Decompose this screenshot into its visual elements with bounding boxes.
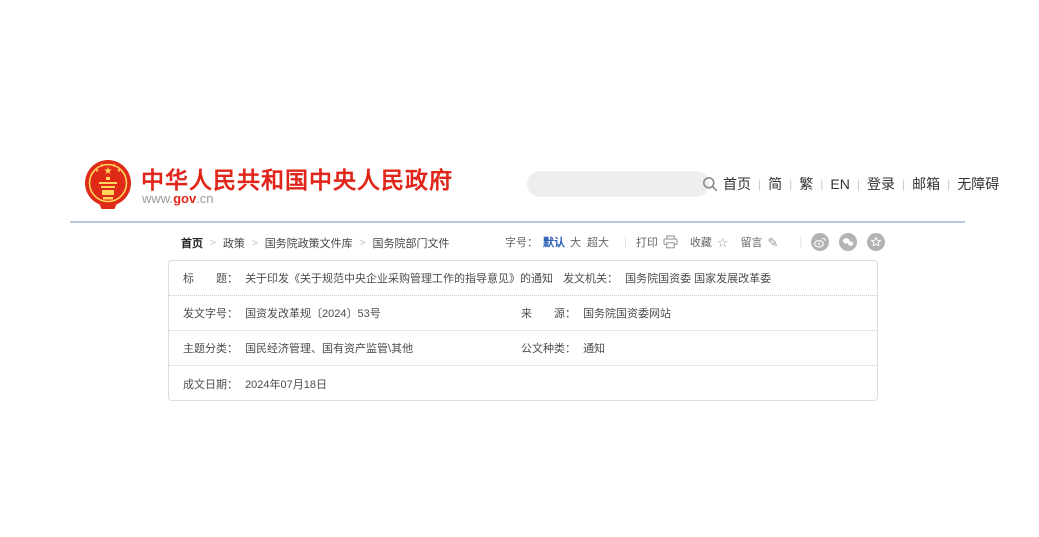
print-button[interactable]: 打印 (636, 234, 678, 250)
meta-row-doc-number: 发文字号： 国资发改革规〔2024〕53号 来 源： 国务院国资委网站 (169, 296, 877, 331)
nav-link-home[interactable]: 首页 (716, 174, 758, 194)
meta-cell-title: 标 题： 关于印发《关于规范中央企业采购管理工作的指导意见》的通知 (183, 270, 553, 286)
meta-cell-date: 成文日期： 2024年07月18日 (183, 376, 521, 392)
meta-cell-topic: 主题分类： 国民经济管理、国有资产监管\其他 (183, 340, 521, 356)
site-url-gov: gov (173, 191, 196, 206)
star-icon: ☆ (717, 236, 729, 249)
nav-link-login[interactable]: 登录 (860, 174, 902, 194)
topic-value: 国民经济管理、国有资产监管\其他 (245, 343, 413, 355)
font-size-xlarge-button[interactable]: 超大 (587, 234, 609, 250)
search-input[interactable] (527, 171, 702, 197)
breadcrumb-separator: > (252, 238, 258, 249)
breadcrumb-policy-library[interactable]: 国务院政策文件库 (265, 235, 353, 251)
weibo-share-icon[interactable] (811, 233, 829, 251)
svg-text:★: ★ (100, 163, 105, 169)
issuing-org-label: 发文机关： (563, 273, 618, 285)
doc-number-value: 国资发改革规〔2024〕53号 (245, 308, 381, 320)
qzone-star-share-icon[interactable] (867, 233, 885, 251)
meta-cell-doc-type: 公文种类： 通知 (521, 340, 605, 356)
source-value: 国务院国资委网站 (583, 308, 671, 320)
favorite-button[interactable]: 收藏 ☆ (690, 234, 729, 250)
comment-button[interactable]: 留言 ✎ (741, 234, 779, 250)
toolbar-separator: | (799, 236, 802, 248)
topic-label: 主题分类： (183, 343, 238, 355)
source-label: 来 源： (521, 308, 576, 320)
font-size-label: 字号： (505, 234, 538, 250)
date-label: 成文日期： (183, 379, 238, 391)
print-label: 打印 (636, 234, 658, 250)
national-emblem-logo[interactable]: ★ ★ ★ ★ ★ (80, 157, 136, 213)
font-size-large-button[interactable]: 大 (570, 234, 581, 250)
header-divider (70, 221, 965, 223)
nav-link-english[interactable]: EN (823, 176, 856, 192)
site-url-www: www. (142, 191, 173, 206)
date-value: 2024年07月18日 (245, 379, 327, 391)
meta-cell-doc-number: 发文字号： 国资发改革规〔2024〕53号 (183, 305, 521, 321)
site-url-cn: .cn (196, 191, 213, 206)
meta-cell-source: 来 源： 国务院国资委网站 (521, 305, 671, 321)
doc-number-label: 发文字号： (183, 308, 238, 320)
share-icons (811, 233, 885, 251)
favorite-label: 收藏 (690, 234, 712, 250)
title-label: 标 题： (183, 273, 238, 285)
breadcrumb-home[interactable]: 首页 (181, 235, 203, 251)
document-meta-box: 标 题： 关于印发《关于规范中央企业采购管理工作的指导意见》的通知 发文机关： … (168, 260, 878, 401)
font-size-default-button[interactable]: 默认 (543, 234, 565, 250)
breadcrumb-separator: > (360, 238, 366, 249)
nav-link-accessibility[interactable]: 无障碍 (950, 174, 1006, 194)
wechat-share-icon[interactable] (839, 233, 857, 251)
meta-row-topic: 主题分类： 国民经济管理、国有资产监管\其他 公文种类： 通知 (169, 331, 877, 366)
nav-link-traditional[interactable]: 繁 (792, 174, 820, 194)
site-url: www.gov.cn (142, 191, 214, 206)
breadcrumb-department-docs[interactable]: 国务院部门文件 (373, 235, 450, 251)
svg-text:★: ★ (117, 168, 122, 174)
toolbar: 字号： 默认 大 超大 | 打印 收藏 ☆ 留言 ✎ | (505, 233, 885, 251)
printer-icon (663, 235, 678, 249)
meta-row-title: 标 题： 关于印发《关于规范中央企业采购管理工作的指导意见》的通知 发文机关： … (169, 261, 877, 296)
breadcrumb-policy[interactable]: 政策 (223, 235, 245, 251)
top-nav: 首页| 简| 繁| EN| 登录| 邮箱| 无障碍 (716, 174, 1006, 194)
comment-label: 留言 (741, 234, 763, 250)
toolbar-separator: | (624, 236, 627, 248)
issuing-org-value: 国务院国资委 国家发展改革委 (625, 273, 771, 285)
meta-row-date: 成文日期： 2024年07月18日 (169, 366, 877, 401)
nav-link-mail[interactable]: 邮箱 (905, 174, 947, 194)
breadcrumb-separator: > (210, 238, 216, 249)
nav-link-simplified[interactable]: 简 (761, 174, 789, 194)
breadcrumb: 首页 > 政策 > 国务院政策文件库 > 国务院部门文件 (181, 235, 450, 251)
search-box (527, 171, 709, 197)
meta-cell-issuing-org: 发文机关： 国务院国资委 国家发展改革委 (563, 270, 771, 286)
site-title[interactable]: 中华人民共和国中央人民政府 (141, 161, 453, 195)
doc-type-value: 通知 (583, 343, 605, 355)
title-value: 关于印发《关于规范中央企业采购管理工作的指导意见》的通知 (245, 273, 553, 285)
pencil-icon: ✎ (768, 236, 779, 249)
doc-type-label: 公文种类： (521, 343, 576, 355)
